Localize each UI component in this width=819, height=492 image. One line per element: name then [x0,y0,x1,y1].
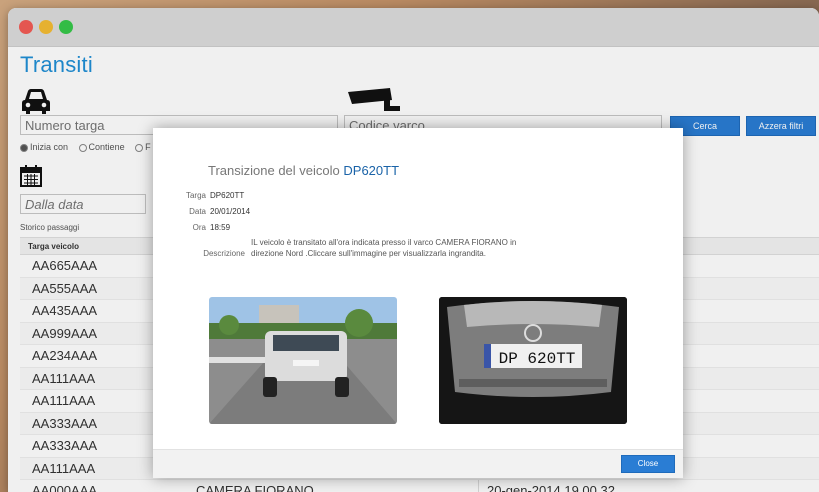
vehicle-street-photo[interactable] [209,297,397,424]
close-button[interactable]: Close [621,455,675,473]
transit-detail-modal: Transizione del veicolo DP620TT Targa DP6… [153,128,683,478]
time-detail: Ora 18:59 [192,223,231,232]
date-detail: Data 20/01/2014 [189,207,251,216]
app-window: Transiti Cerca Azzera filtri Inizia con … [8,8,819,492]
modal-title: Transizione del veicolo DP620TT [208,163,400,178]
description-detail: Descrizione IL veicolo è transitato all'… [203,238,517,258]
modal-footer: Close [153,449,683,478]
plate-detail: Targa DP620TT [185,191,245,200]
plate-number-text: DP 620TT [499,350,576,368]
plate-camera-photo[interactable]: DP 620TT [439,297,627,424]
